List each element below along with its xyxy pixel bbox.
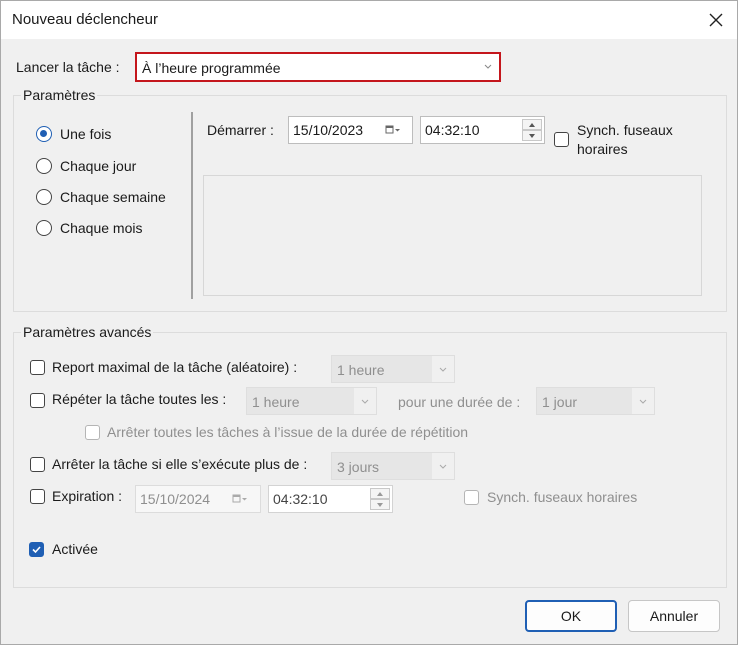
title-bar: Nouveau déclencheur [1, 1, 737, 39]
repeat-label: Répéter la tâche toutes les : [52, 391, 227, 407]
stop-if-runs-label: Arrêter la tâche si elle s’exécute plus … [52, 456, 308, 472]
radio-daily-label: Chaque jour [60, 158, 137, 174]
launch-task-select[interactable]: À l’heure programmée [135, 52, 501, 82]
radio-once-label: Une fois [60, 126, 112, 142]
repeat-interval-value: 1 heure [252, 394, 300, 410]
expiration-label: Expiration : [52, 488, 123, 504]
checkmark-icon [32, 546, 41, 554]
stop-if-runs-checkbox[interactable] [30, 457, 45, 472]
calendar-dropdown-icon[interactable] [232, 494, 248, 504]
stop-if-runs-select[interactable]: 3 jours [331, 452, 455, 480]
start-time-picker[interactable]: 04:32:10 [420, 116, 545, 144]
repeat-interval-select[interactable]: 1 heure [246, 387, 377, 415]
radio-daily[interactable] [36, 158, 52, 174]
launch-task-value: À l’heure programmée [142, 60, 281, 76]
enabled-checkbox[interactable] [29, 542, 44, 557]
spin-down-icon [529, 134, 535, 138]
dialog-window: Nouveau déclencheur Lancer la tâche : À … [0, 0, 738, 645]
delay-value: 1 heure [337, 362, 385, 378]
stop-all-tasks-label: Arrêter toutes les tâches à l’issue de l… [107, 424, 469, 440]
delay-label: Report maximal de la tâche (aléatoire) : [52, 359, 298, 375]
expiration-date-picker[interactable]: 15/10/2024 [135, 485, 261, 513]
expiration-sync-timezones-checkbox[interactable] [464, 490, 479, 505]
schedule-detail-panel [203, 175, 702, 296]
expiration-time-picker[interactable]: 04:32:10 [268, 485, 393, 513]
sync-timezones-label-line2: horaires [577, 141, 628, 157]
radio-monthly[interactable] [36, 220, 52, 236]
time-spin-up-button[interactable] [370, 488, 390, 499]
delay-checkbox[interactable] [30, 360, 45, 375]
cancel-button[interactable]: Annuler [628, 600, 720, 632]
radio-once[interactable] [36, 126, 52, 142]
chevron-down-icon [639, 399, 647, 404]
settings-divider [191, 112, 193, 299]
start-date-picker[interactable]: 15/10/2023 [288, 116, 413, 144]
calendar-dropdown-icon[interactable] [385, 125, 401, 135]
enabled-label: Activée [52, 541, 98, 557]
stop-if-runs-value: 3 jours [337, 459, 380, 475]
chevron-down-icon [439, 367, 447, 372]
sync-timezones-checkbox[interactable] [554, 132, 569, 147]
radio-monthly-label: Chaque mois [60, 220, 143, 236]
expiration-time-value: 04:32:10 [273, 491, 328, 507]
repeat-duration-value: 1 jour [542, 394, 578, 410]
dialog-title: Nouveau déclencheur [12, 11, 158, 28]
ok-button[interactable]: OK [525, 600, 617, 632]
time-spin-down-button[interactable] [522, 130, 542, 141]
chevron-down-icon [439, 464, 447, 469]
expiration-checkbox[interactable] [30, 489, 45, 504]
close-icon[interactable] [705, 9, 727, 31]
repeat-duration-select[interactable]: 1 jour [536, 387, 655, 415]
spin-down-icon [377, 503, 383, 507]
repeat-checkbox[interactable] [30, 393, 45, 408]
stop-all-tasks-checkbox[interactable] [85, 425, 100, 440]
chevron-down-icon [484, 64, 492, 69]
advanced-settings-title: Paramètres avancés [21, 324, 154, 340]
spin-up-icon [377, 492, 383, 496]
settings-group-title: Paramètres [21, 87, 98, 103]
delay-select[interactable]: 1 heure [331, 355, 455, 383]
start-time-value: 04:32:10 [425, 122, 480, 138]
radio-weekly[interactable] [36, 189, 52, 205]
radio-weekly-label: Chaque semaine [60, 189, 166, 205]
sync-timezones-label-line1: Synch. fuseaux [577, 122, 673, 138]
expiration-sync-timezones-label: Synch. fuseaux horaires [487, 489, 638, 505]
time-spin-up-button[interactable] [522, 119, 542, 130]
launch-task-label: Lancer la tâche : [16, 59, 120, 75]
chevron-down-icon [361, 399, 369, 404]
time-spin-down-button[interactable] [370, 499, 390, 510]
start-label: Démarrer : [207, 122, 274, 138]
start-date-value: 15/10/2023 [293, 122, 364, 138]
spin-up-icon [529, 123, 535, 127]
expiration-date-value: 15/10/2024 [140, 491, 211, 507]
duration-label: pour une durée de : [398, 394, 521, 410]
